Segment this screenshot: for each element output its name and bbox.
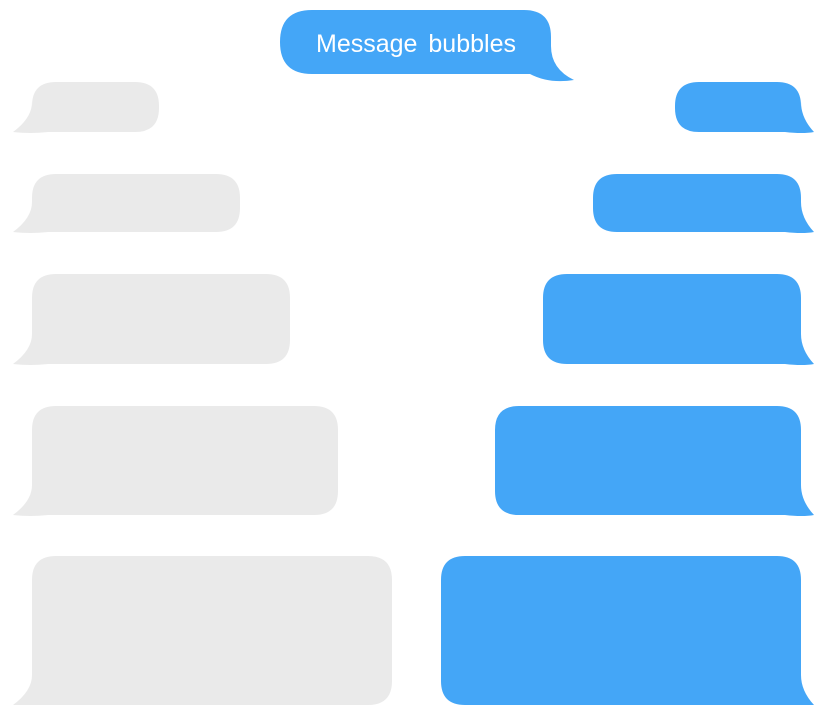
incoming-bubble xyxy=(13,406,338,516)
outgoing-bubbles xyxy=(441,82,814,705)
incoming-bubble xyxy=(13,174,240,233)
outgoing-bubble xyxy=(675,82,814,133)
outgoing-bubble xyxy=(593,174,814,233)
incoming-bubble xyxy=(13,82,159,133)
title-bubble: Message bubbles xyxy=(280,10,574,82)
outgoing-bubble xyxy=(495,406,814,516)
outgoing-bubble xyxy=(543,274,814,365)
incoming-bubbles xyxy=(13,82,392,705)
incoming-bubble xyxy=(13,274,290,365)
title-text: Message bubbles xyxy=(316,30,516,58)
outgoing-bubble xyxy=(441,556,814,705)
incoming-bubble xyxy=(13,556,392,705)
message-bubbles-canvas: Message bubbles xyxy=(13,10,814,705)
